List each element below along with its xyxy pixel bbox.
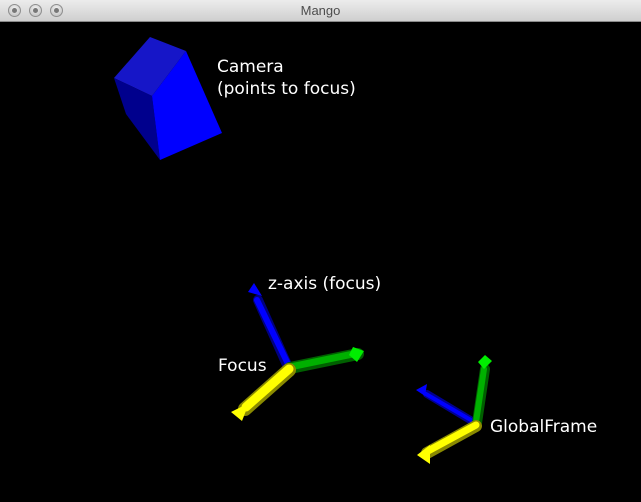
window-titlebar[interactable]: Mango: [0, 0, 641, 22]
window-title: Mango: [300, 3, 341, 18]
camera-label-line2: (points to focus): [217, 79, 356, 99]
z-axis-focus-label: z-axis (focus): [268, 274, 382, 294]
global-x-arrowhead: [417, 445, 430, 464]
focus-frame: [231, 283, 364, 421]
global-z-axis: [424, 392, 478, 425]
camera-box: [114, 37, 222, 160]
camera-label: Camera (points to focus): [217, 56, 356, 100]
global-y-arrowhead: [478, 355, 492, 369]
global-frame: [416, 355, 492, 464]
camera-label-line1: Camera: [217, 57, 284, 77]
application-window: Mango Camera (points to focus) z-axis (f…: [0, 0, 641, 502]
focus-label: Focus: [218, 356, 267, 376]
3d-viewport[interactable]: Camera (points to focus) z-axis (focus) …: [0, 22, 641, 502]
global-frame-label: GlobalFrame: [490, 417, 598, 437]
global-x-axis: [424, 421, 480, 455]
focus-z-arrowhead: [248, 283, 262, 296]
